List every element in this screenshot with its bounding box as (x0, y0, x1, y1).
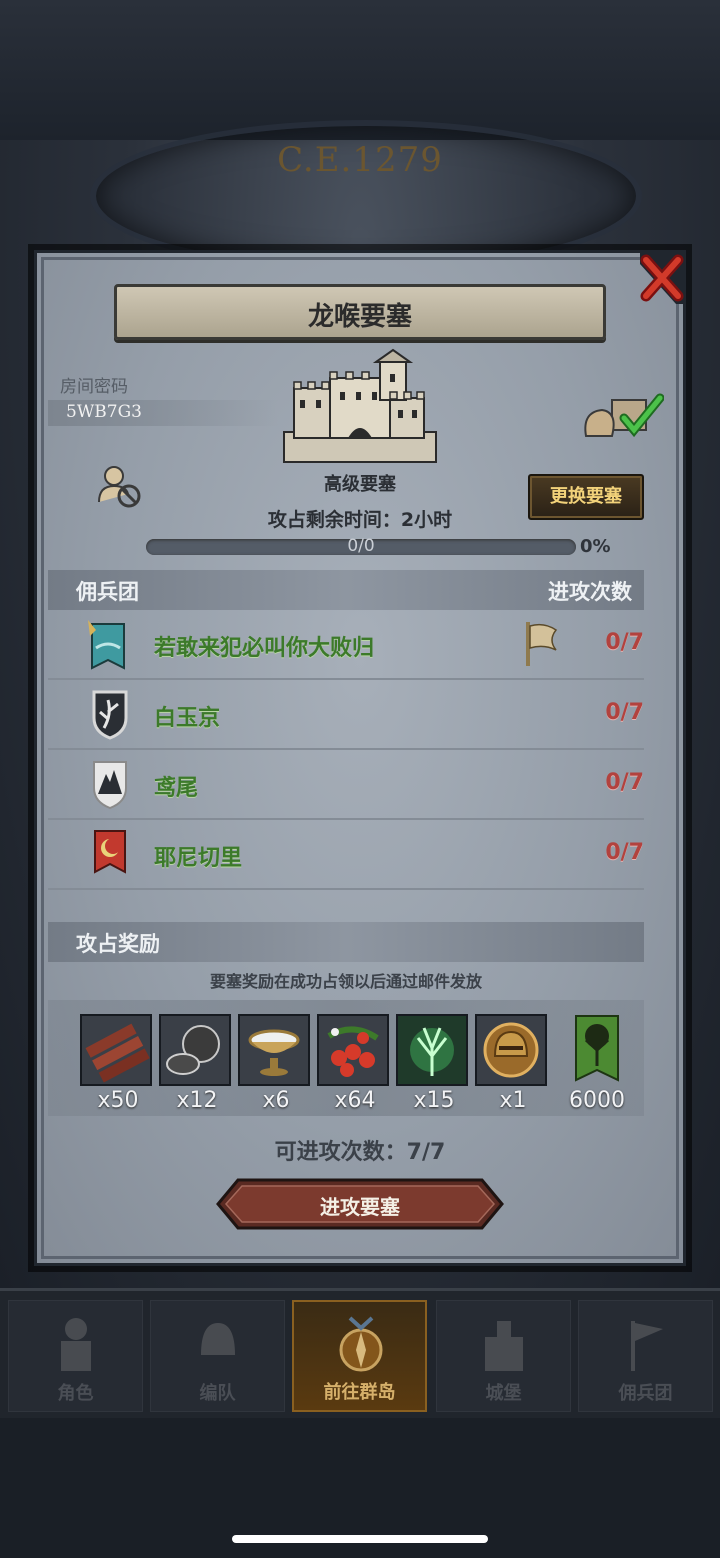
mercenary-row[interactable] (48, 682, 644, 750)
supplies-ready-icon[interactable] (582, 390, 664, 440)
reward-item-helmet[interactable] (475, 1014, 547, 1086)
fortress-level: 高级要塞 (324, 474, 396, 495)
attack-count: 0/7 (605, 840, 644, 865)
helmet-icon (201, 1323, 235, 1355)
reward-qty: x6 (262, 1088, 290, 1113)
castle-icon (485, 1321, 523, 1371)
silver-bowl-icon (240, 1016, 308, 1084)
reward-item-banner[interactable] (564, 1014, 630, 1086)
capture-progress-percent: 0% (580, 536, 611, 557)
nav-formation[interactable]: 编队 (150, 1300, 285, 1412)
flag-icon[interactable] (522, 620, 560, 668)
fortress-image (283, 348, 437, 463)
nav-role[interactable]: 角色 (8, 1300, 143, 1412)
time-remaining: 攻占剩余时间：2小时 (267, 509, 453, 531)
teal-banner-icon (88, 620, 125, 670)
mercenary-row[interactable] (48, 822, 644, 890)
room-password-value: 5WB7G3 (66, 402, 142, 422)
reward-qty: x64 (334, 1088, 376, 1113)
mercenary-name: 耶尼切里 (154, 846, 243, 871)
attack-count-header: 进攻次数 (548, 580, 632, 604)
green-tree-banner-icon (575, 1015, 619, 1082)
mercenary-name: 鸢尾 (154, 776, 199, 801)
nav-islands[interactable]: 前往群岛 (292, 1300, 427, 1412)
green-crystal-icon (398, 1016, 466, 1084)
attack-fortress-label[interactable]: 进攻要塞 (216, 1191, 504, 1220)
reward-qty: x12 (176, 1088, 218, 1113)
mercenary-header: 佣兵团 (76, 580, 139, 604)
rewards-note: 要塞奖励在成功占领以后通过邮件发放 (209, 972, 482, 991)
nav-label: 佣兵团 (618, 1383, 673, 1404)
compass-icon (339, 1316, 383, 1372)
golden-helmet-icon (477, 1016, 545, 1084)
no-visitor-icon[interactable] (96, 462, 144, 510)
white-tree-shield-icon (92, 690, 128, 740)
berries-icon (319, 1016, 387, 1084)
reward-qty: x50 (97, 1088, 139, 1113)
knight-icon (61, 1318, 91, 1371)
red-crescent-banner-icon (94, 830, 126, 874)
room-password-label: 房间密码 (60, 377, 128, 397)
change-fortress-button[interactable]: 更换要塞 (528, 474, 644, 520)
reward-qty: 6000 (569, 1088, 625, 1113)
nav-label: 城堡 (485, 1383, 522, 1404)
flag-icon (631, 1321, 663, 1371)
top-status-area (0, 0, 720, 140)
mercenary-name: 若敢来犯必叫你大败归 (154, 636, 375, 661)
nav-label: 前往群岛 (323, 1382, 396, 1403)
attack-count: 0/7 (605, 630, 644, 655)
reward-item-wood[interactable] (80, 1014, 152, 1086)
remaining-attempts: 可进攻次数：7/7 (274, 1140, 446, 1165)
stone-ore-icon (161, 1016, 229, 1084)
reward-item-stone[interactable] (159, 1014, 231, 1086)
nav-castle[interactable]: 城堡 (436, 1300, 571, 1412)
wood-logs-icon (82, 1016, 150, 1084)
capture-progress-text: 0/0 (347, 536, 375, 556)
close-icon[interactable] (636, 252, 686, 304)
era-label: C.E.1279 (277, 140, 443, 180)
attack-count: 0/7 (605, 700, 644, 725)
nav-mercenary[interactable]: 佣兵团 (578, 1300, 713, 1412)
mercenary-row[interactable] (48, 752, 644, 820)
mercenary-name: 白玉京 (154, 706, 221, 731)
dialog-title: 龙喉要塞 (307, 302, 412, 332)
reward-qty: x1 (499, 1088, 527, 1113)
attack-count: 0/7 (605, 770, 644, 795)
nav-label: 角色 (57, 1383, 94, 1404)
reward-item-berries[interactable] (317, 1014, 389, 1086)
nav-label: 编队 (199, 1383, 236, 1404)
home-indicator[interactable] (232, 1535, 488, 1543)
rewards-header: 攻占奖励 (76, 932, 160, 956)
reward-item-crystal[interactable] (396, 1014, 468, 1086)
reward-qty: x15 (413, 1088, 455, 1113)
white-mountain-shield-icon (93, 761, 127, 810)
reward-item-bowl[interactable] (238, 1014, 310, 1086)
